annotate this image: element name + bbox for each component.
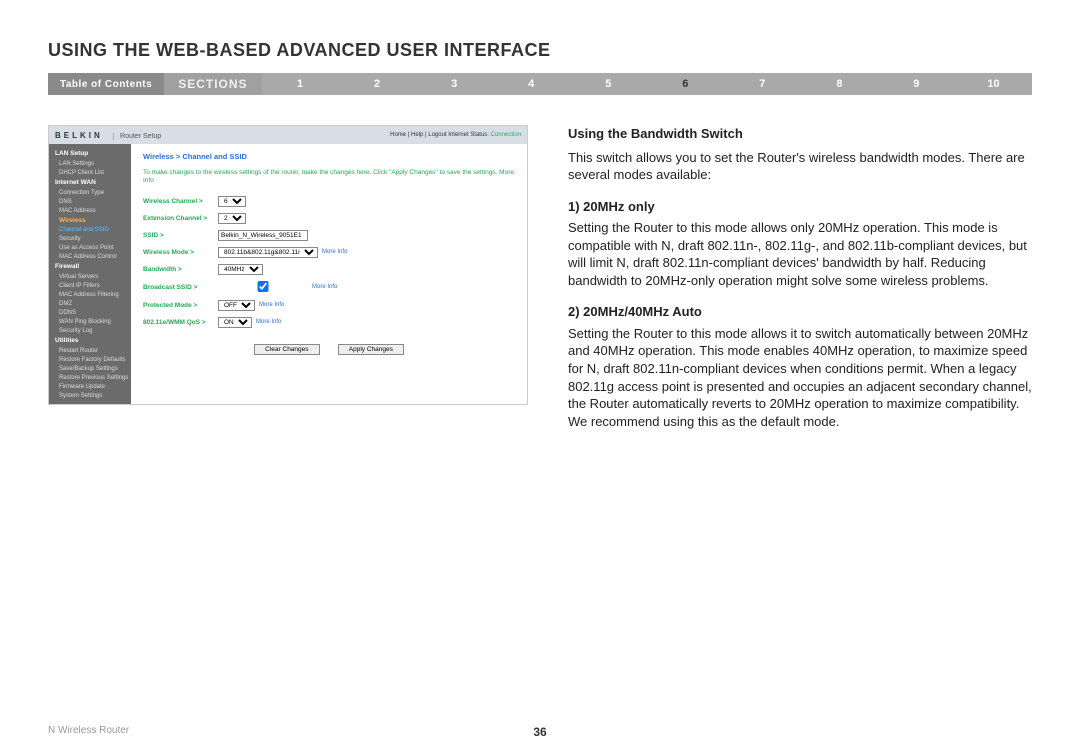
row-wireless-channel: Wireless Channel > 6 xyxy=(143,196,515,207)
section-nav: Table of Contents SECTIONS 1 2 3 4 5 6 7… xyxy=(48,73,1032,95)
sidebar-item[interactable]: Save/Backup Settings xyxy=(49,364,131,373)
router-sidebar: LAN Setup LAN Settings DHCP Client List … xyxy=(49,144,131,404)
sidebar-item[interactable]: Firmware Update xyxy=(49,382,131,391)
row-qos: 802.11e/WMM QoS > ON More Info xyxy=(143,317,515,328)
breadcrumb: Wireless > Channel and SSID xyxy=(143,152,515,161)
router-main-panel: Wireless > Channel and SSID To make chan… xyxy=(131,144,527,404)
broadcast-ssid-checkbox[interactable] xyxy=(218,281,308,292)
sidebar-item[interactable]: Security xyxy=(49,234,131,243)
apply-changes-button[interactable]: Apply Changes xyxy=(338,344,404,355)
sidebar-item-channel-ssid[interactable]: Channel and SSID xyxy=(49,225,131,234)
sidebar-item[interactable]: DHCP Client List xyxy=(49,168,131,177)
router-screenshot: BELKIN Router Setup Home | Help | Logout… xyxy=(48,125,528,405)
nav-num-8[interactable]: 8 xyxy=(801,73,878,95)
label: Wireless Channel > xyxy=(143,198,218,205)
nav-num-5[interactable]: 5 xyxy=(570,73,647,95)
section-heading: Using the Bandwidth Switch xyxy=(568,125,1032,143)
bandwidth-select[interactable]: 40MHz xyxy=(218,264,263,275)
nav-num-1[interactable]: 1 xyxy=(262,73,339,95)
more-info-link[interactable]: More Info xyxy=(322,249,347,255)
brand-logo: BELKIN xyxy=(55,131,103,140)
label: SSID > xyxy=(143,232,218,239)
sidebar-item[interactable]: WAN Ping Blocking xyxy=(49,317,131,326)
nav-num-4[interactable]: 4 xyxy=(493,73,570,95)
more-info-link[interactable]: More Info xyxy=(259,302,284,308)
sidebar-item[interactable]: MAC Address xyxy=(49,206,131,215)
sidebar-item[interactable]: Virtual Servers xyxy=(49,272,131,281)
protected-mode-select[interactable]: OFF xyxy=(218,300,255,311)
paragraph: This switch allows you to set the Router… xyxy=(568,149,1032,184)
sidebar-item[interactable]: Restore Previous Settings xyxy=(49,373,131,382)
clear-changes-button[interactable]: Clear Changes xyxy=(254,344,319,355)
header-links[interactable]: Home | Help | Logout Internet Status: Co… xyxy=(390,132,521,138)
sidebar-group-wan: Internet WAN xyxy=(49,177,131,188)
nav-sections-label: SECTIONS xyxy=(164,73,261,95)
sidebar-item[interactable]: Connection Type xyxy=(49,188,131,197)
subsection-heading: 1) 20MHz only xyxy=(568,198,1032,216)
header-links-text: Home | Help | Logout Internet Status: xyxy=(390,132,489,138)
footer-product: N Wireless Router xyxy=(48,725,129,736)
internet-status: Connection xyxy=(491,132,521,138)
wireless-mode-select[interactable]: 802.11b&802.11g&802.11n xyxy=(218,247,318,258)
label: Protected Mode > xyxy=(143,302,218,309)
label: 802.11e/WMM QoS > xyxy=(143,319,218,326)
paragraph: Setting the Router to this mode allows i… xyxy=(568,325,1032,430)
sidebar-item[interactable]: MAC Address Filtering xyxy=(49,290,131,299)
row-wireless-mode: Wireless Mode > 802.11b&802.11g&802.11n … xyxy=(143,247,515,258)
router-header: BELKIN Router Setup Home | Help | Logout… xyxy=(49,126,527,144)
ssid-input[interactable] xyxy=(218,230,308,241)
nav-num-7[interactable]: 7 xyxy=(724,73,801,95)
sidebar-group-lan: LAN Setup xyxy=(49,148,131,159)
nav-num-2[interactable]: 2 xyxy=(339,73,416,95)
more-info-link[interactable]: More Info xyxy=(256,319,281,325)
label: Extension Channel > xyxy=(143,215,218,222)
page-number: 36 xyxy=(533,725,546,739)
sidebar-item[interactable]: DNS xyxy=(49,197,131,206)
more-info-link[interactable]: More Info xyxy=(312,284,337,290)
page-title: USING THE WEB-BASED ADVANCED USER INTERF… xyxy=(0,0,1080,73)
panel-instructions: To make changes to the wireless settings… xyxy=(143,169,515,186)
nav-toc[interactable]: Table of Contents xyxy=(48,73,164,95)
sidebar-item[interactable]: System Settings xyxy=(49,391,131,400)
sidebar-group-firewall: Firewall xyxy=(49,261,131,272)
label: Broadcast SSID > xyxy=(143,284,218,291)
sidebar-item[interactable]: Client IP Filters xyxy=(49,281,131,290)
qos-select[interactable]: ON xyxy=(218,317,252,328)
label: Bandwidth > xyxy=(143,266,218,273)
sidebar-item[interactable]: Use as Access Point xyxy=(49,243,131,252)
nav-numbers: 1 2 3 4 5 6 7 8 9 10 xyxy=(262,73,1032,95)
ext-channel-select[interactable]: 2 xyxy=(218,213,246,224)
sidebar-item[interactable]: DDNS xyxy=(49,308,131,317)
router-setup-label: Router Setup xyxy=(113,133,161,140)
sidebar-group-utilities: Utilities xyxy=(49,335,131,346)
sidebar-group-wireless: Wireless xyxy=(49,215,131,225)
label: Wireless Mode > xyxy=(143,249,218,256)
sidebar-item[interactable]: MAC Address Control xyxy=(49,252,131,261)
paragraph: Setting the Router to this mode allows o… xyxy=(568,219,1032,289)
nav-num-3[interactable]: 3 xyxy=(416,73,493,95)
sidebar-item[interactable]: Restore Factory Defaults xyxy=(49,355,131,364)
row-bandwidth: Bandwidth > 40MHz xyxy=(143,264,515,275)
wireless-channel-select[interactable]: 6 xyxy=(218,196,246,207)
sidebar-item[interactable]: Restart Router xyxy=(49,346,131,355)
nav-num-10[interactable]: 10 xyxy=(955,73,1032,95)
row-broadcast-ssid: Broadcast SSID > More Info xyxy=(143,281,515,294)
sidebar-item[interactable]: Security Log xyxy=(49,326,131,335)
page-footer: N Wireless Router 36 xyxy=(48,725,1032,736)
subsection-heading: 2) 20MHz/40MHz Auto xyxy=(568,303,1032,321)
nav-num-9[interactable]: 9 xyxy=(878,73,955,95)
row-protected-mode: Protected Mode > OFF More Info xyxy=(143,300,515,311)
nav-num-6[interactable]: 6 xyxy=(647,73,724,95)
row-ssid: SSID > xyxy=(143,230,515,241)
row-ext-channel: Extension Channel > 2 xyxy=(143,213,515,224)
article-text: Using the Bandwidth Switch This switch a… xyxy=(568,125,1032,444)
sidebar-item[interactable]: DMZ xyxy=(49,299,131,308)
sidebar-item[interactable]: LAN Settings xyxy=(49,159,131,168)
